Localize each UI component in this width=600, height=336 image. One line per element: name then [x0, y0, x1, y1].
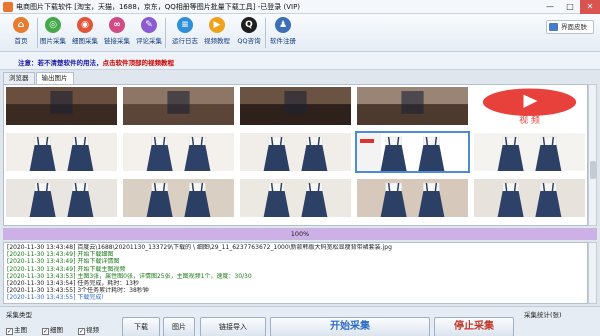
toolbar-button-label: 图片采集 — [40, 37, 66, 45]
notice-highlight[interactable]: 点击软件顶部的视频教程 — [103, 59, 175, 67]
app-icon — [3, 2, 13, 12]
toolbar-button-1[interactable]: ◎ 图片采集 — [36, 16, 70, 50]
log-line: [2020-11-30 13:43:48] 百度云\1688\20201130_… — [7, 244, 392, 251]
skin-button[interactable]: 界面皮肤 — [546, 20, 594, 34]
detail-collect-icon: ◉ — [77, 17, 93, 33]
gallery-scrollbar[interactable] — [588, 84, 597, 226]
comment-collect-icon: ✎ — [141, 17, 157, 33]
minimize-button[interactable]: — — [540, 0, 560, 14]
image-gallery: 视 频 — [3, 84, 588, 226]
notice-text: 注意：若不清楚软件的用法，点击软件顶部的视频教程 — [18, 57, 174, 67]
thumbnail-5[interactable] — [6, 133, 117, 171]
toolbar-button-7[interactable]: Q QQ咨询 — [232, 16, 266, 50]
collect-type-title: 采集类型 — [6, 311, 32, 319]
notice-bar: 注意：若不清楚软件的用法，点击软件顶部的视频教程 — [0, 52, 600, 70]
toolbar-button-3[interactable]: ∞ 链接采集 — [100, 16, 134, 50]
home-icon: ⌂ — [13, 17, 29, 33]
toolbar-separator — [165, 18, 166, 48]
notice-body: 若不清楚软件的用法， — [37, 59, 103, 67]
thumbnail-3[interactable] — [357, 87, 468, 125]
checkbox-icon: ✓ — [42, 328, 49, 335]
toolbar-button-label: 首页 — [14, 37, 28, 45]
window-title: 电商图片下载软件 [淘宝，天猫，1688，京东，QQ相册等图片批量下载工具] -… — [16, 3, 301, 11]
tab-browser[interactable]: 浏览器 — [3, 72, 35, 84]
register-icon: ♟ — [275, 17, 291, 33]
toolbar-button-label: 评论采集 — [136, 37, 162, 45]
toolbar-button-label: 细图采集 — [72, 37, 98, 45]
log-line: [2020-11-30 13:43:53] 主图3张，属性图0张，详情图25张，… — [7, 272, 252, 280]
log-icon: ≡ — [177, 17, 193, 33]
svg-text:视 频: 视 频 — [519, 114, 540, 125]
close-button[interactable]: ✕ — [580, 0, 600, 14]
video-icon: ▶ — [209, 17, 225, 33]
notice-prefix: 注意： — [18, 59, 38, 67]
images-button[interactable]: 图片 — [163, 317, 195, 336]
stats-title: 采集统计(张) — [524, 311, 562, 319]
title-bar: 电商图片下载软件 [淘宝，天猫，1688，京东，QQ相册等图片批量下载工具] -… — [0, 0, 600, 14]
thumbnail-14[interactable] — [474, 179, 585, 217]
gallery-scroll-thumb[interactable] — [590, 161, 596, 179]
maximize-button[interactable]: □ — [560, 0, 580, 14]
check-main-image[interactable]: ✓ 主图 — [6, 324, 27, 335]
toolbar-button-6[interactable]: ▶ 视频教程 — [200, 16, 234, 50]
thumbnail-6[interactable] — [123, 133, 234, 171]
palette-icon — [549, 23, 558, 31]
thumbnail-13[interactable] — [357, 179, 468, 217]
thumbnail-1[interactable] — [123, 87, 234, 125]
start-collect-button[interactable]: 开始采集 — [270, 317, 430, 336]
window-controls: — □ ✕ — [540, 0, 600, 14]
toolbar-button-2[interactable]: ◉ 细图采集 — [68, 16, 102, 50]
log-line: [2020-11-30 13:43:55] 下载完成! — [7, 294, 104, 302]
toolbar-button-label: 运行日志 — [172, 37, 198, 45]
thumbnail-11[interactable] — [123, 179, 234, 217]
log-line: [2020-11-30 13:43:49] 开始下载主图视频 — [7, 265, 126, 273]
progress-label: 100% — [290, 230, 310, 238]
checkbox-icon: ✓ — [6, 328, 13, 335]
log-scrollbar[interactable] — [588, 242, 597, 304]
log-line: [2020-11-30 13:43:49] 开始下载详情图 — [7, 258, 120, 266]
thumbnail-12[interactable] — [240, 179, 351, 217]
thumbnail-0[interactable] — [6, 87, 117, 125]
toolbar-button-8[interactable]: ♟ 软件注册 — [266, 16, 300, 50]
toolbar-button-5[interactable]: ≡ 运行日志 — [168, 16, 202, 50]
check-detail-image[interactable]: ✓ 细图 — [42, 324, 63, 335]
toolbar-button-label: 视频教程 — [204, 37, 230, 45]
thumbnail-8[interactable] — [355, 131, 470, 173]
toolbar-button-4[interactable]: ✎ 评论采集 — [132, 16, 166, 50]
toolbar-button-label: 软件注册 — [270, 37, 296, 45]
qq-icon: Q — [241, 17, 257, 33]
download-button[interactable]: 下载 — [122, 317, 160, 336]
image-collect-icon: ◎ — [45, 17, 61, 33]
link-collect-icon: ∞ — [109, 17, 125, 33]
skin-label: 界面皮肤 — [561, 23, 587, 31]
toolbar-button-label: 链接采集 — [104, 37, 130, 45]
run-log: [2020-11-30 13:43:48] 百度云\1688\20201130_… — [3, 242, 588, 304]
view-tabs: 浏览器 输出图片 — [3, 72, 75, 84]
log-line: [2020-11-30 13:43:55] 3个任务累计耗时：38秒钟 — [7, 287, 149, 295]
stop-collect-button[interactable]: 停止采集 — [434, 317, 514, 336]
thumbnail-2[interactable] — [240, 87, 351, 125]
link-import-button[interactable]: 链接导入 — [200, 317, 266, 336]
download-progress: 100% — [3, 228, 597, 240]
tab-output-images[interactable]: 输出图片 — [35, 72, 74, 84]
check-video[interactable]: ✓ 视频 — [78, 324, 99, 335]
toolbar-button-label: QQ咨询 — [237, 37, 261, 45]
thumbnail-10[interactable] — [6, 179, 117, 217]
thumbnail-7[interactable] — [240, 133, 351, 171]
checkbox-icon: ✓ — [78, 328, 85, 335]
toolbar-button-0[interactable]: ⌂ 首页 — [4, 16, 38, 50]
thumbnail-9[interactable] — [474, 133, 585, 171]
thumbnail-4[interactable]: 视 频 — [474, 87, 585, 125]
log-line: [2020-11-30 13:43:49] 开始下载细图 — [7, 251, 114, 259]
bottom-panel: 采集类型 ✓ 主图 ✓ 细图 ✓ 视频 下载 图片 链接导入 开始采集 停止采集 采集… — [0, 306, 600, 336]
log-line: [2020-11-30 13:43:54] 任务完成，耗时：13秒 — [7, 280, 139, 288]
main-toolbar: ⌂ 首页 ◎ 图片采集 ◉ 细图采集 ∞ 链接采集 ✎ 评论采集 ≡ 运行日志 ▶ 视频教程 Q QQ咨询 ♟ 软… — [0, 14, 600, 52]
